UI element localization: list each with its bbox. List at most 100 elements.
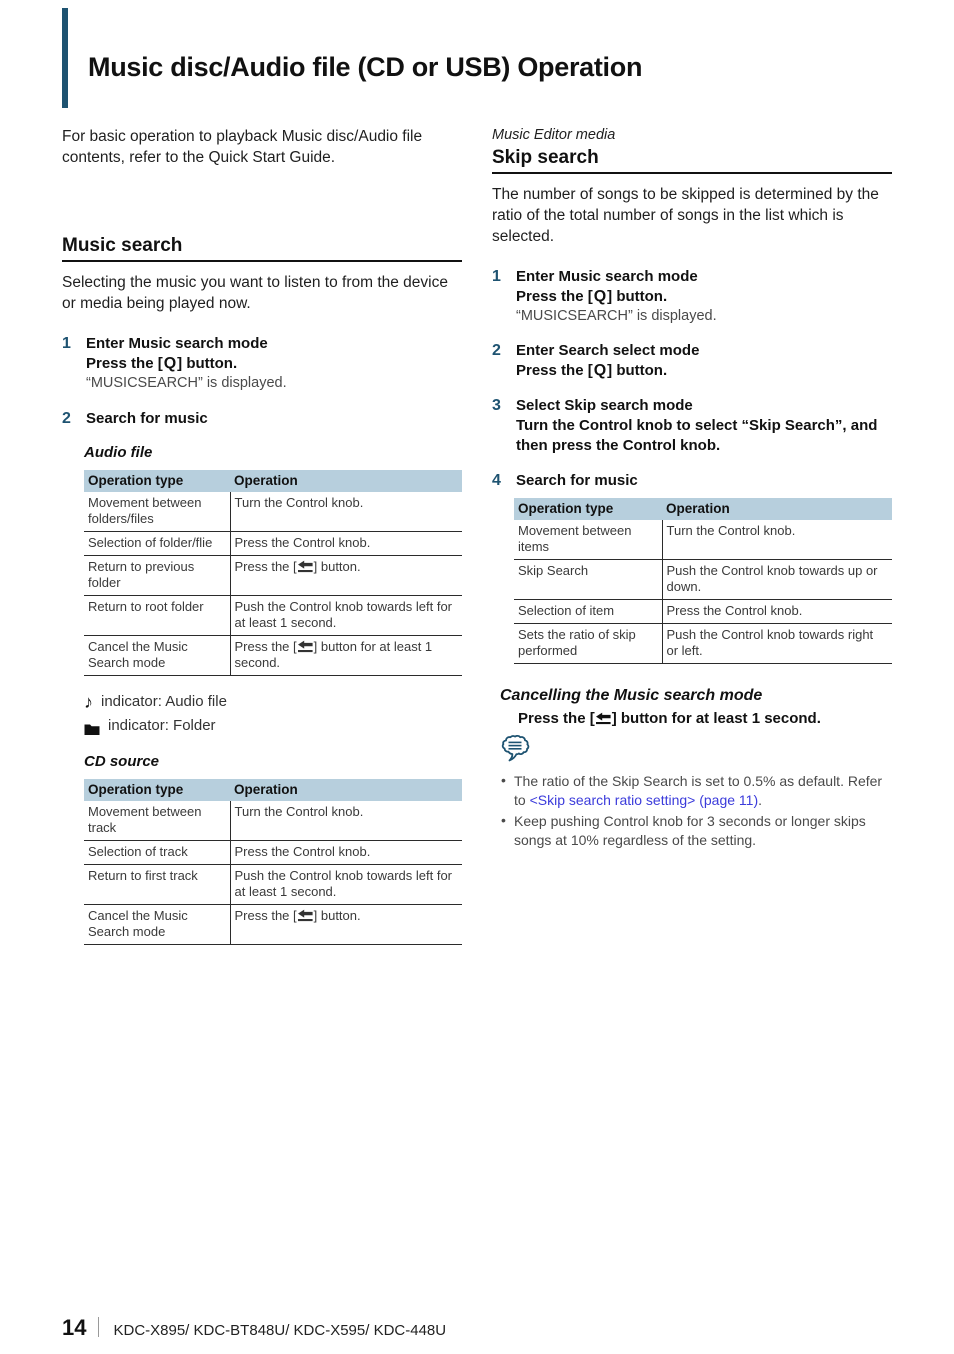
cell-operation-type: Movement between folders/files <box>84 492 231 532</box>
cell-operation-type: Return to first track <box>84 864 231 905</box>
skip-step-1: 1 Enter Music search mode Press the [Q] … <box>492 267 892 326</box>
page-title: Music disc/Audio file (CD or USB) Operat… <box>88 52 643 82</box>
step-1-action-prefix: Press the [ <box>86 355 163 372</box>
xref-link-skip-search-ratio[interactable]: <Skip search ratio setting> (page 11) <box>530 792 759 808</box>
cell-operation: Press the [] button for at least 1 secon… <box>230 635 462 676</box>
back-button-icon <box>297 640 314 653</box>
skip-step-3-number: 3 <box>492 397 501 414</box>
indicator-folder: indicator: Folder <box>84 714 462 738</box>
table-row: Skip Search Push the Control knob towards… <box>514 559 892 600</box>
indicator-audio-file-label: indicator: Audio file <box>101 693 227 710</box>
skip-step-1-action: Press the [Q] button. <box>516 287 892 307</box>
tips-list: The ratio of the Skip Search is set to 0… <box>500 771 892 850</box>
skip-step-2-title: Enter Search select mode <box>516 342 700 359</box>
footer-divider <box>98 1317 100 1337</box>
page-header: Music disc/Audio file (CD or USB) Operat… <box>0 0 954 112</box>
skip-step-1-action-prefix: Press the [ <box>516 288 593 305</box>
step-2-title: Search for music <box>86 410 208 427</box>
left-column: For basic operation to playback Music di… <box>62 126 462 945</box>
table-row: Sets the ratio of skip performed Push the… <box>514 623 892 664</box>
cell-operation-type: Movement between track <box>84 801 231 841</box>
search-q-icon: Q <box>593 362 607 379</box>
search-q-icon: Q <box>593 288 607 305</box>
cell-operation-type: Selection of track <box>84 840 231 865</box>
step-1-action-suffix: ] button. <box>177 355 238 372</box>
tip-item: The ratio of the Skip Search is set to 0… <box>500 771 892 810</box>
skip-search-intro: The number of songs to be skipped is det… <box>492 186 879 245</box>
skip-step-4-number: 4 <box>492 472 501 489</box>
table-header-row: Operation type Operation <box>84 779 462 801</box>
tip-item: Keep pushing Control knob for 3 seconds … <box>500 811 892 850</box>
page-footer: 14 KDC-X895/ KDC-BT848U/ KDC-X595/ KDC-4… <box>62 1315 446 1341</box>
cell-operation: Turn the Control knob. <box>230 492 462 532</box>
music-search-intro: Selecting the music you want to listen t… <box>62 274 448 312</box>
table-row: Movement between folders/files Turn the C… <box>84 492 462 532</box>
cell-operation: Press the Control knob. <box>230 840 462 865</box>
step-1-title: Enter Music search mode <box>86 335 268 352</box>
table-row: Selection of item Press the Control knob. <box>514 599 892 624</box>
cancelling-action-prefix: Press the [ <box>518 710 595 727</box>
cell-operation: Turn the Control knob. <box>662 520 892 560</box>
cancelling-action: Press the [ ] button for at least 1 secon… <box>518 709 892 729</box>
cell-operation: Push the Control knob towards right or l… <box>662 623 892 664</box>
step-1-action: Press the [Q] button. <box>86 354 462 374</box>
kicker-music-editor-media: Music Editor media <box>492 127 616 143</box>
cancelling-action-suffix: ] button for at least 1 second. <box>611 710 821 727</box>
subheading-cd-source: CD source <box>84 753 160 770</box>
skip-step-4: 4 Search for music <box>492 471 892 491</box>
cell-operation-type: Sets the ratio of skip performed <box>514 623 663 664</box>
back-button-icon <box>595 712 612 725</box>
header-accent-rule <box>62 8 68 108</box>
table-row: Cancel the Music Search mode Press the []… <box>84 904 462 945</box>
skip-step-2-action-suffix: ] button. <box>607 362 668 379</box>
skip-step-3-action: Turn the Control knob to select “Skip Se… <box>516 417 878 454</box>
table-row: Return to first track Push the Control kn… <box>84 864 462 905</box>
cell-operation-type: Cancel the Music Search mode <box>84 904 231 945</box>
search-q-icon: Q <box>163 355 177 372</box>
skip-step-3-title: Select Skip search mode <box>516 397 693 414</box>
audio-file-table: Operation type Operation Movement betwee… <box>84 470 462 676</box>
skip-step-1-title: Enter Music search mode <box>516 268 698 285</box>
column-header-operation-type: Operation type <box>84 779 230 801</box>
skip-step-3: 3 Select Skip search mode Turn the Contr… <box>492 396 892 456</box>
cell-operation: Press the Control knob. <box>230 531 462 556</box>
footer-model-list: KDC-X895/ KDC-BT848U/ KDC-X595/ KDC-448U <box>113 1322 447 1339</box>
table-row: Return to root folder Push the Control kn… <box>84 595 462 636</box>
step-2-number: 2 <box>62 410 71 427</box>
skip-step-1-number: 1 <box>492 268 501 285</box>
column-header-operation: Operation <box>230 470 462 492</box>
cell-operation: Turn the Control knob. <box>230 801 462 841</box>
table-row: Selection of track Press the Control knob… <box>84 840 462 865</box>
table-row: Return to previous folder Press the [] bu… <box>84 555 462 596</box>
table-row: Movement between track Turn the Control k… <box>84 801 462 841</box>
table-row: Selection of folder/flie Press the Contro… <box>84 531 462 556</box>
back-button-icon <box>297 909 314 922</box>
cell-operation-type: Skip Search <box>514 559 663 600</box>
skip-step-1-action-suffix: ] button. <box>607 288 668 305</box>
intro-paragraph: For basic operation to playback Music di… <box>62 128 423 166</box>
skip-step-4-title: Search for music <box>516 472 638 489</box>
cell-operation-type: Return to root folder <box>84 595 231 636</box>
column-header-operation-type: Operation type <box>514 498 662 520</box>
step-2: 2 Search for music <box>62 409 462 429</box>
music-note-icon: ♪ <box>84 692 93 712</box>
section-heading-skip-search: Skip search <box>492 146 892 174</box>
cell-operation: Press the Control knob. <box>662 599 892 624</box>
tip-2-text: Keep pushing Control knob for 3 seconds … <box>514 813 866 848</box>
skip-step-1-note: “MUSICSEARCH” is displayed. <box>516 308 717 324</box>
indicator-folder-label: indicator: Folder <box>108 717 216 734</box>
cell-operation-type: Selection of folder/flie <box>84 531 231 556</box>
subheading-audio-file: Audio file <box>84 444 153 461</box>
note-bubble-icon <box>500 734 534 769</box>
cell-operation-type: Cancel the Music Search mode <box>84 635 231 676</box>
section-heading-music-search: Music search <box>62 234 462 262</box>
cell-operation: Push the Control knob towards left for a… <box>230 595 462 636</box>
folder-icon <box>84 720 100 735</box>
skip-step-2: 2 Enter Search select mode Press the [Q]… <box>492 341 892 381</box>
step-1-note: “MUSICSEARCH” is displayed. <box>86 375 287 391</box>
table-row: Movement between items Turn the Control k… <box>514 520 892 560</box>
cell-operation: Press the [] button. <box>230 904 462 945</box>
cell-operation: Press the [] button. <box>230 555 462 596</box>
table-header-row: Operation type Operation <box>84 470 462 492</box>
table-header-row: Operation type Operation <box>514 498 892 520</box>
